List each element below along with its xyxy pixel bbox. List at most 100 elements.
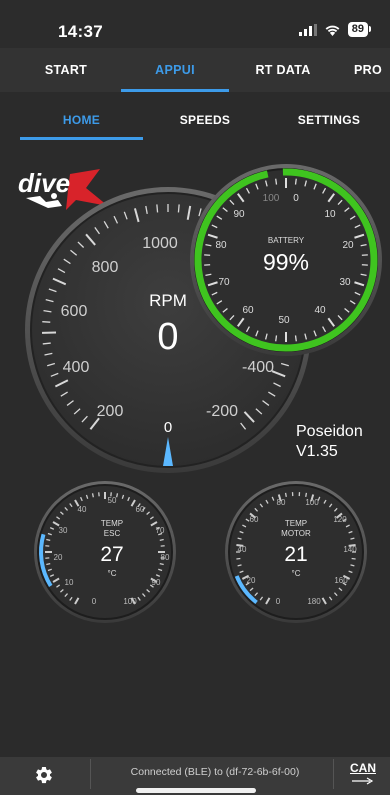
rpm-label-200: 200 <box>97 403 124 420</box>
motor-label-140: 140 <box>343 545 357 554</box>
motor-title-line2: MOTOR <box>281 529 311 538</box>
esc-tick <box>159 563 164 566</box>
gear-icon[interactable] <box>34 765 54 785</box>
esc-label-30: 30 <box>59 526 68 535</box>
esc-title-line2: ESC <box>104 529 121 538</box>
rpm-label-600: 600 <box>61 303 88 320</box>
motor-value: 21 <box>284 543 307 566</box>
motor-label-100: 100 <box>305 498 319 507</box>
motor-unit: °C <box>292 569 301 578</box>
esc-label-50: 50 <box>108 496 117 505</box>
battery-label-50: 50 <box>278 315 290 326</box>
motor-tick <box>237 564 242 567</box>
esc-tick <box>46 563 51 566</box>
battery-tick <box>294 335 297 342</box>
esc-label-10: 10 <box>65 578 74 587</box>
esc-value: 27 <box>100 543 123 566</box>
tab-appui[interactable]: APPUI <box>121 48 229 92</box>
bottom-divider-left <box>90 759 91 789</box>
can-button[interactable]: CAN <box>350 761 376 775</box>
battery-tick <box>275 335 278 342</box>
rpm-tick <box>177 204 180 213</box>
rpm-value: 0 <box>157 316 178 358</box>
gauges-svg: 1000 800 600 400 200 0 -200 -400 RPM 0 1… <box>25 164 382 623</box>
motor-label-40: 40 <box>238 545 247 554</box>
rpm-label-0: 0 <box>164 419 172 436</box>
battery-label-100: 100 <box>263 193 280 204</box>
rpm-label-neg200: -200 <box>206 403 238 420</box>
rpm-tick <box>42 342 51 345</box>
motor-temp-gauge: 0 20 40 60 80 100 120 140 160 180 TEMP M… <box>225 481 367 623</box>
esc-label-60: 60 <box>136 505 145 514</box>
gauges-area: 1000 800 600 400 200 0 -200 -400 RPM 0 1… <box>0 150 390 650</box>
motor-tick <box>284 492 287 497</box>
top-tab-bar: START APPUI RT DATA PRO <box>0 48 390 92</box>
active-tab-indicator <box>121 89 229 92</box>
tab-start[interactable]: START <box>10 48 122 92</box>
motor-label-20: 20 <box>247 576 256 585</box>
esc-unit: °C <box>108 569 117 578</box>
esc-label-0: 0 <box>92 597 97 606</box>
active-subtab-indicator <box>20 137 143 140</box>
motor-label-80: 80 <box>277 498 286 507</box>
esc-label-100: 100 <box>123 597 137 606</box>
motor-label-60: 60 <box>250 515 259 524</box>
battery-tick <box>275 178 278 185</box>
battery-indicator: 89 <box>347 22 372 37</box>
motor-label-0: 0 <box>276 597 281 606</box>
esc-tick <box>159 538 164 541</box>
battery-label-30: 30 <box>339 277 351 288</box>
esc-label-80: 80 <box>161 553 170 562</box>
rpm-label-neg400: -400 <box>242 359 274 376</box>
bottom-divider-right <box>333 759 334 789</box>
battery-title: BATTERY <box>268 236 305 245</box>
tab-home[interactable]: HOME <box>20 100 143 140</box>
battery-label-90: 90 <box>233 209 245 220</box>
battery-label-10: 10 <box>324 209 336 220</box>
battery-gauge: 100 0 10 20 30 40 50 60 70 80 90 BATTERY… <box>190 164 382 356</box>
rpm-label-1000: 1000 <box>142 235 178 252</box>
motor-label-180: 180 <box>307 597 321 606</box>
motor-title-line1: TEMP <box>285 519 307 528</box>
signal-icon <box>298 23 317 36</box>
sub-tab-bar: HOME SPEEDS SETTINGS <box>0 100 390 142</box>
arrow-right-icon <box>352 777 374 785</box>
tab-rt-data[interactable]: RT DATA <box>228 48 338 92</box>
status-icons: 89 <box>298 22 372 37</box>
battery-label-20: 20 <box>342 240 354 251</box>
status-time: 14:37 <box>58 22 103 41</box>
esc-tick <box>116 493 119 498</box>
rpm-label-800: 800 <box>92 259 119 276</box>
battery-label-60: 60 <box>242 305 254 316</box>
battery-label-40: 40 <box>314 305 326 316</box>
battery-label-70: 70 <box>218 277 230 288</box>
rpm-title: RPM <box>149 291 187 310</box>
motor-tick <box>305 492 308 497</box>
esc-label-70: 70 <box>156 526 165 535</box>
motor-tick <box>350 564 355 567</box>
rpm-label-400: 400 <box>63 359 90 376</box>
tab-settings[interactable]: SETTINGS <box>270 100 388 140</box>
motor-label-120: 120 <box>333 515 347 524</box>
home-indicator <box>136 788 256 793</box>
connection-status: Connected (BLE) to (df-72-6b-6f-00) <box>130 766 300 778</box>
rpm-tick <box>156 204 159 213</box>
tab-speeds[interactable]: SPEEDS <box>145 100 265 140</box>
tab-pro[interactable]: PRO <box>354 48 390 92</box>
esc-label-40: 40 <box>78 505 87 514</box>
battery-value: 99% <box>263 249 309 275</box>
rpm-tick <box>42 321 51 323</box>
battery-label-80: 80 <box>215 240 227 251</box>
firmware-version: V1.35 <box>296 443 338 460</box>
motor-tick <box>237 537 242 540</box>
esc-temp-gauge: 0 10 20 30 40 50 60 70 80 90 100 TEMP ES… <box>34 481 176 623</box>
battery-tick <box>294 178 297 185</box>
battery-label-0: 0 <box>293 193 299 204</box>
firmware-name: Poseidon <box>296 423 363 440</box>
motor-label-160: 160 <box>334 576 348 585</box>
wifi-icon <box>325 25 340 36</box>
status-bar: 14:37 89 <box>0 0 390 48</box>
esc-tick <box>46 538 51 541</box>
esc-label-20: 20 <box>54 553 63 562</box>
esc-title-line1: TEMP <box>101 519 123 528</box>
